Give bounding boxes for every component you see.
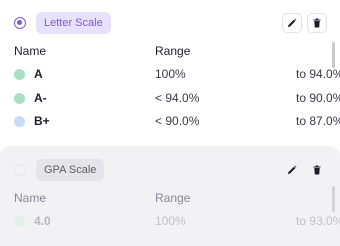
scrollbar[interactable] (332, 42, 335, 68)
grade-color-dot (14, 216, 25, 227)
pencil-icon (288, 18, 297, 27)
range-from: 100% (155, 214, 186, 228)
grade-color-dot (14, 69, 25, 80)
range-from: < 94.0% (155, 91, 200, 105)
gpa-scale-radio-icon[interactable] (14, 164, 26, 176)
table-row[interactable]: B+ < 90.0% to 87.0% (0, 112, 340, 132)
pencil-icon (288, 165, 297, 174)
gpa-scale-edit-button[interactable] (282, 160, 302, 180)
trash-icon (313, 165, 321, 175)
range-to: to 90.0% (296, 91, 340, 105)
grade-name: B+ (34, 114, 50, 128)
range-to: to 93.0% (296, 214, 340, 228)
grade-color-dot (14, 93, 25, 104)
range-column-header: Range (155, 191, 191, 205)
range-column-header: Range (155, 44, 191, 58)
scrollbar[interactable] (332, 186, 335, 212)
grade-name: 4.0 (34, 214, 51, 228)
table-row[interactable]: 4.0 100% to 93.0% (0, 212, 340, 232)
name-column-header: Name (14, 191, 47, 205)
letter-scale-radio-icon[interactable] (14, 17, 26, 29)
grade-name: A (34, 67, 43, 81)
letter-scale-chip[interactable]: Letter Scale (36, 12, 111, 34)
gpa-scale-card: GPA Scale Name Range 4.0 100% to 93.0% (0, 146, 340, 246)
name-column-header: Name (14, 44, 47, 58)
range-from: < 90.0% (155, 114, 200, 128)
range-from: 100% (155, 67, 186, 81)
letter-scale-card: Letter Scale Name Range A 100% to 94.0% … (0, 0, 340, 142)
range-to: to 94.0% (296, 67, 340, 81)
grade-name: A- (34, 91, 47, 105)
gpa-scale-delete-button[interactable] (307, 160, 327, 180)
table-row[interactable]: A 100% to 94.0% (0, 65, 340, 85)
range-to: to 87.0% (296, 114, 340, 128)
letter-scale-edit-button[interactable] (282, 13, 302, 33)
grade-color-dot (14, 116, 25, 127)
letter-scale-delete-button[interactable] (307, 13, 327, 33)
gpa-scale-chip[interactable]: GPA Scale (36, 159, 105, 181)
table-row[interactable]: A- < 94.0% to 90.0% (0, 89, 340, 109)
trash-icon (313, 18, 321, 28)
